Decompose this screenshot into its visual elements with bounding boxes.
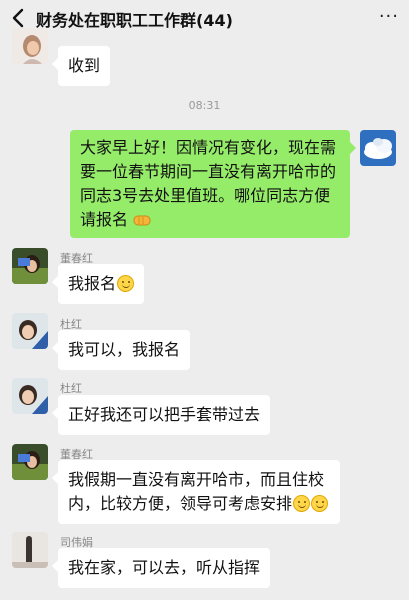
message-text: 我可以，我报名	[68, 340, 181, 359]
avatar-photo-icon	[12, 532, 48, 568]
avatar-photo-icon	[12, 248, 48, 284]
my-avatar[interactable]	[360, 130, 396, 166]
timestamp: 08:31	[188, 99, 221, 112]
message-bubble[interactable]: 我可以，我报名	[51, 330, 191, 370]
message-bubble[interactable]: 正好我还可以把手套带过去	[51, 395, 271, 435]
message-bubble[interactable]: 我报名	[51, 264, 145, 304]
fist-salute-icon	[133, 215, 151, 226]
avatar-photo-icon	[12, 378, 48, 414]
avatar[interactable]	[12, 248, 48, 284]
smile-emoji-icon	[293, 495, 311, 512]
message-text: 收到	[68, 56, 101, 75]
avatar[interactable]	[12, 444, 48, 480]
message-bubble[interactable]: 我假期一直没有离开哈市，而且住校内，比较方便，领导可考虑安排	[52, 460, 340, 524]
message-text: 大家早上好！因情况有变化，现在需要一位春节期间一直没有离开哈市的同志3号去处里值…	[80, 138, 337, 229]
more-options-button[interactable]: ···	[379, 8, 399, 26]
avatar-photo-icon	[12, 313, 48, 349]
smile-emoji-icon	[117, 275, 135, 292]
avatar-photo-icon	[12, 28, 48, 64]
avatar[interactable]	[12, 532, 48, 568]
avatar[interactable]	[12, 313, 48, 349]
chevron-left-icon	[12, 8, 24, 28]
my-message-bubble[interactable]: 大家早上好！因情况有变化，现在需要一位春节期间一直没有离开哈市的同志3号去处里值…	[70, 130, 356, 238]
message-text: 我在家，可以去，听从指挥	[68, 558, 261, 577]
message-bubble[interactable]: 我在家，可以去，听从指挥	[51, 548, 271, 588]
avatar[interactable]	[12, 28, 48, 64]
sky-clouds-icon	[360, 130, 396, 166]
chat-title: 财务处在职职工工作群(44)	[36, 11, 233, 30]
chat-header: 财务处在职职工工作群(44) ···	[0, 0, 409, 36]
message-text: 我假期一直没有离开哈市，而且住校内，比较方便，领导可考虑安排	[68, 470, 325, 513]
smile-emoji-icon	[311, 495, 329, 512]
message-bubble[interactable]: 收到	[51, 46, 111, 86]
avatar[interactable]	[12, 378, 48, 414]
message-text: 我报名	[68, 274, 117, 293]
back-button[interactable]	[6, 6, 30, 30]
message-text: 正好我还可以把手套带过去	[68, 405, 261, 424]
sender-name: 杜红	[60, 382, 82, 395]
avatar-photo-icon	[12, 444, 48, 480]
